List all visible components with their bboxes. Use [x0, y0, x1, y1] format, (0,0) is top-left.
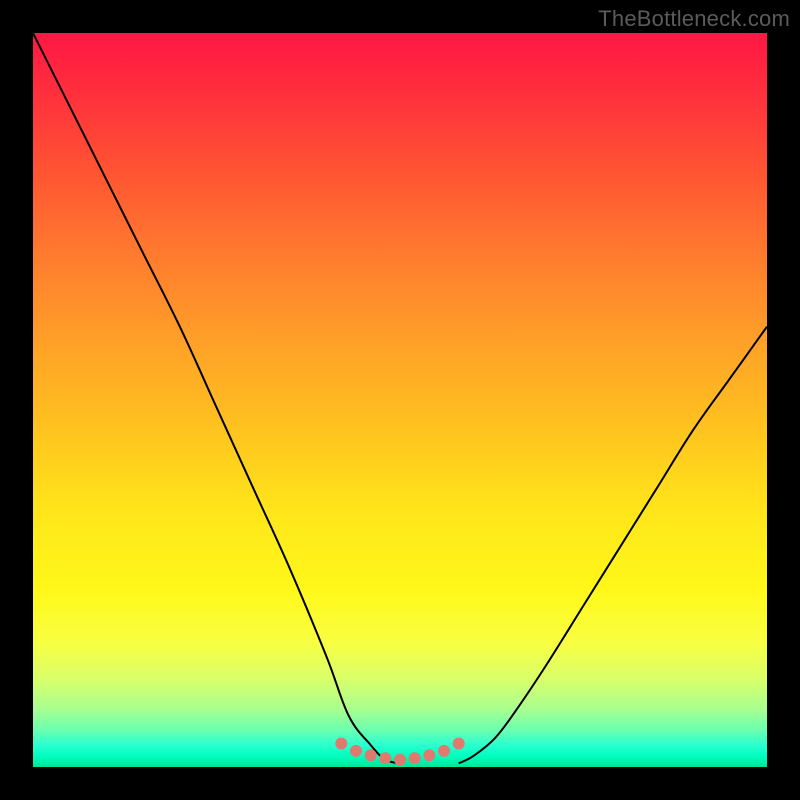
curve-left	[33, 33, 400, 763]
dot	[394, 754, 406, 766]
curve-left-path	[33, 33, 400, 763]
dot	[453, 738, 465, 750]
dot	[350, 745, 362, 757]
dot	[365, 749, 377, 761]
dot	[423, 749, 435, 761]
chart-frame: TheBottleneck.com	[0, 0, 800, 800]
bottom-dot-cluster	[335, 738, 464, 766]
plot-area	[33, 33, 767, 767]
dot	[335, 738, 347, 750]
watermark-text: TheBottleneck.com	[598, 6, 790, 32]
curve-right	[459, 327, 767, 764]
dot	[409, 752, 421, 764]
dot	[438, 745, 450, 757]
curve-right-path	[459, 327, 767, 764]
dot	[379, 752, 391, 764]
curve-layer	[33, 33, 767, 767]
